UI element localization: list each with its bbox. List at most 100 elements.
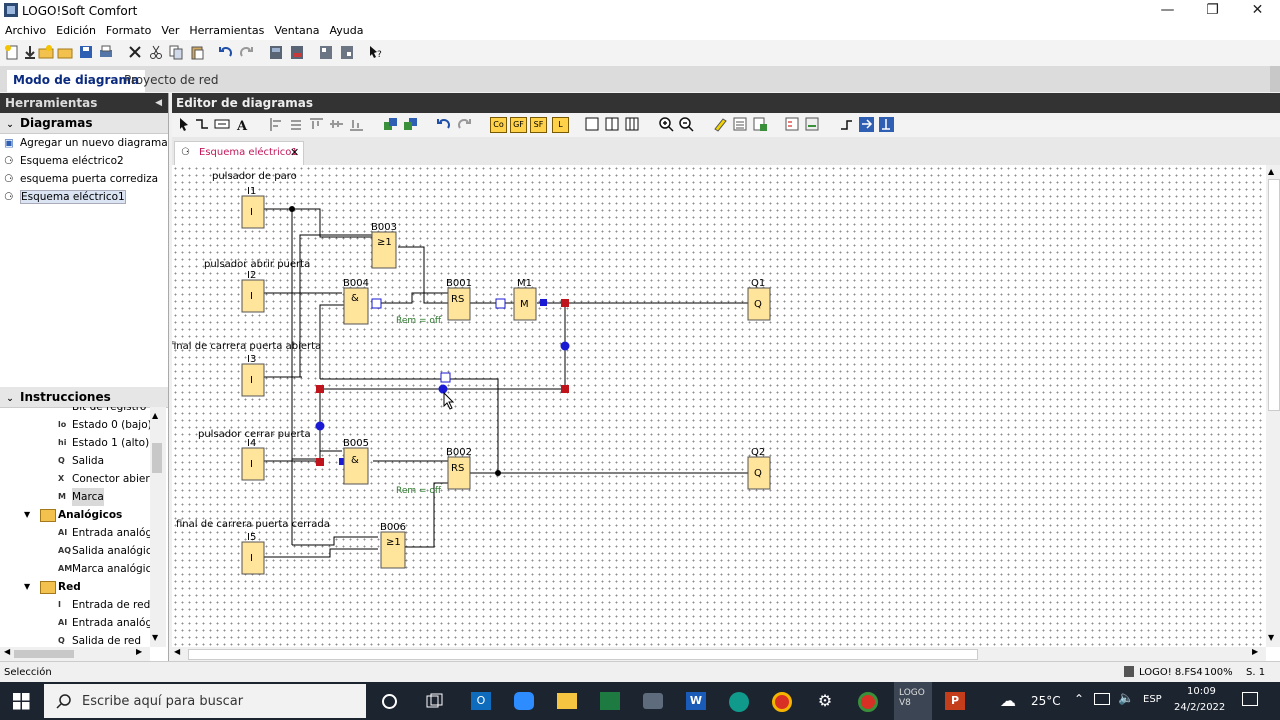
import-icon[interactable]: [22, 44, 39, 61]
help-pointer-icon[interactable]: ?: [367, 44, 384, 61]
cut-icon[interactable]: [148, 44, 165, 61]
notifications-icon[interactable]: [1242, 692, 1258, 706]
l-button[interactable]: L: [552, 117, 569, 133]
split-connection-icon[interactable]: [858, 116, 875, 133]
instructions-section-header[interactable]: ⌄ Instrucciones: [0, 387, 168, 408]
weather-temp[interactable]: 25°C: [1031, 694, 1061, 708]
red-handle[interactable]: [316, 385, 324, 393]
edge-icon[interactable]: [729, 692, 749, 712]
select-tool-icon[interactable]: [176, 116, 193, 133]
selection-handle[interactable]: [495, 298, 506, 309]
block-q1[interactable]: Q1 Q: [747, 278, 771, 321]
chrome-profile-icon[interactable]: [858, 692, 878, 712]
scroll-up-icon[interactable]: ▲: [152, 411, 158, 420]
device-settings-icon[interactable]: [318, 44, 335, 61]
excel-icon[interactable]: [600, 692, 620, 710]
chevron-down-icon[interactable]: ▼: [24, 578, 30, 596]
camera-icon[interactable]: [643, 693, 663, 709]
open-folder-icon[interactable]: [57, 44, 74, 61]
vscroll-thumb[interactable]: [1268, 179, 1280, 411]
block-b006[interactable]: B006 ≥1: [380, 522, 406, 569]
highlight-pen-icon[interactable]: [712, 116, 729, 133]
instructions-scrollbar[interactable]: ▲ ▼: [150, 407, 166, 647]
scroll-down-icon[interactable]: ▼: [1268, 633, 1274, 642]
single-view-icon[interactable]: [584, 116, 601, 133]
instruction-item[interactable]: X Conector abierto: [0, 470, 150, 488]
block-q2[interactable]: Q2 Q: [747, 447, 771, 490]
language-indicator[interactable]: ESP: [1143, 694, 1162, 705]
text-tool-icon[interactable]: A: [234, 116, 251, 133]
cortana-icon[interactable]: [381, 693, 398, 710]
red-handle[interactable]: [561, 385, 569, 393]
connection-icon[interactable]: [878, 116, 895, 133]
paste-icon[interactable]: [189, 44, 206, 61]
instruction-item[interactable]: AI Entrada analógic: [0, 614, 150, 632]
split-view-icon[interactable]: [604, 116, 621, 133]
blue-junction[interactable]: [560, 341, 570, 351]
delete-icon[interactable]: [127, 44, 144, 61]
volume-icon[interactable]: 🔈: [1118, 691, 1134, 706]
block-i1[interactable]: I1 I: [241, 186, 265, 229]
block-i2[interactable]: I2 I: [241, 270, 265, 313]
wire-i1-to-b006[interactable]: [292, 536, 378, 546]
windows-start-icon[interactable]: [13, 693, 30, 710]
task-view-icon[interactable]: [426, 693, 443, 710]
red-handle[interactable]: [316, 458, 324, 466]
instruction-item[interactable]: AM Marca analógica: [0, 560, 150, 578]
gf-button[interactable]: GF: [510, 117, 527, 133]
instruction-folder[interactable]: ▼ Analógicos: [0, 506, 150, 524]
diagram-item[interactable]: ⚆ esquema puerta corrediza: [0, 170, 168, 188]
zoom-icon[interactable]: [514, 692, 534, 710]
menu-archivo[interactable]: Archivo: [0, 22, 51, 37]
instruction-item[interactable]: Q Salida: [0, 452, 150, 470]
restore-button[interactable]: ❐: [1190, 0, 1235, 22]
route-connections-icon[interactable]: [838, 116, 855, 133]
scroll-up-icon[interactable]: ▲: [1268, 167, 1274, 176]
instruction-item[interactable]: Bit de registro de: [0, 407, 150, 416]
hscroll-thumb[interactable]: [14, 650, 74, 658]
network-icon[interactable]: [1094, 693, 1110, 705]
co-button[interactable]: Co: [490, 117, 507, 133]
editor-redo-icon[interactable]: [456, 116, 473, 133]
scroll-left-icon[interactable]: ◀: [174, 647, 180, 656]
instruction-item[interactable]: lo Estado 0 (bajo): [0, 416, 150, 434]
powerpoint-icon[interactable]: P: [945, 692, 965, 710]
outlook-icon[interactable]: O: [471, 692, 491, 710]
taskbar-search-box[interactable]: Escribe aquí para buscar: [44, 684, 366, 718]
clock-date[interactable]: 24/2/2022: [1174, 702, 1225, 713]
diagram-item-selected[interactable]: ⚆ Esquema eléctrico1: [0, 188, 168, 206]
mode-tabs-scrollbar[interactable]: [1270, 66, 1280, 92]
menu-formato[interactable]: Formato: [101, 22, 157, 37]
block-b002[interactable]: B002 RS: [446, 447, 472, 490]
blue-handle[interactable]: [540, 299, 547, 306]
instruction-item[interactable]: hi Estado 1 (alto): [0, 434, 150, 452]
align-middle-icon[interactable]: [328, 116, 345, 133]
redo-icon[interactable]: [238, 44, 255, 61]
instruction-item[interactable]: I Entrada de red: [0, 596, 150, 614]
editor-undo-icon[interactable]: [436, 116, 453, 133]
tab-network-project[interactable]: Proyecto de red: [118, 70, 224, 92]
constants-tool-icon[interactable]: [214, 116, 231, 133]
scroll-down-icon[interactable]: ▼: [152, 633, 158, 642]
save-icon[interactable]: [78, 44, 95, 61]
align-bottom-icon[interactable]: [348, 116, 365, 133]
wire-b004-b001-set[interactable]: [373, 292, 448, 304]
canvas-vscrollbar[interactable]: ▲ ▼: [1266, 165, 1280, 647]
chrome-icon[interactable]: [772, 692, 792, 712]
bring-front-icon[interactable]: [382, 116, 399, 133]
close-button[interactable]: ✕: [1235, 0, 1280, 22]
diagrams-section-header[interactable]: ⌄ Diagramas: [0, 113, 168, 134]
scroll-left-icon[interactable]: ◀: [4, 647, 10, 656]
device-online-icon[interactable]: [339, 44, 356, 61]
canvas-hscrollbar[interactable]: ◀ ▶: [172, 647, 1266, 661]
selection-handle[interactable]: [371, 298, 382, 309]
logo-app-button[interactable]: LOGO V8: [894, 682, 932, 720]
instruction-item[interactable]: AI Entrada analógic: [0, 524, 150, 542]
triple-view-icon[interactable]: [624, 116, 641, 133]
block-m1[interactable]: M1 M: [513, 278, 537, 321]
block-i4[interactable]: I4 I: [241, 438, 265, 481]
tab-esquema-electrico1[interactable]: ⚆ Esquema eléctrico1 ✕: [174, 141, 304, 166]
instruction-item[interactable]: M Marca: [0, 488, 150, 506]
blue-junction[interactable]: [438, 384, 448, 394]
print-icon[interactable]: [98, 44, 115, 61]
